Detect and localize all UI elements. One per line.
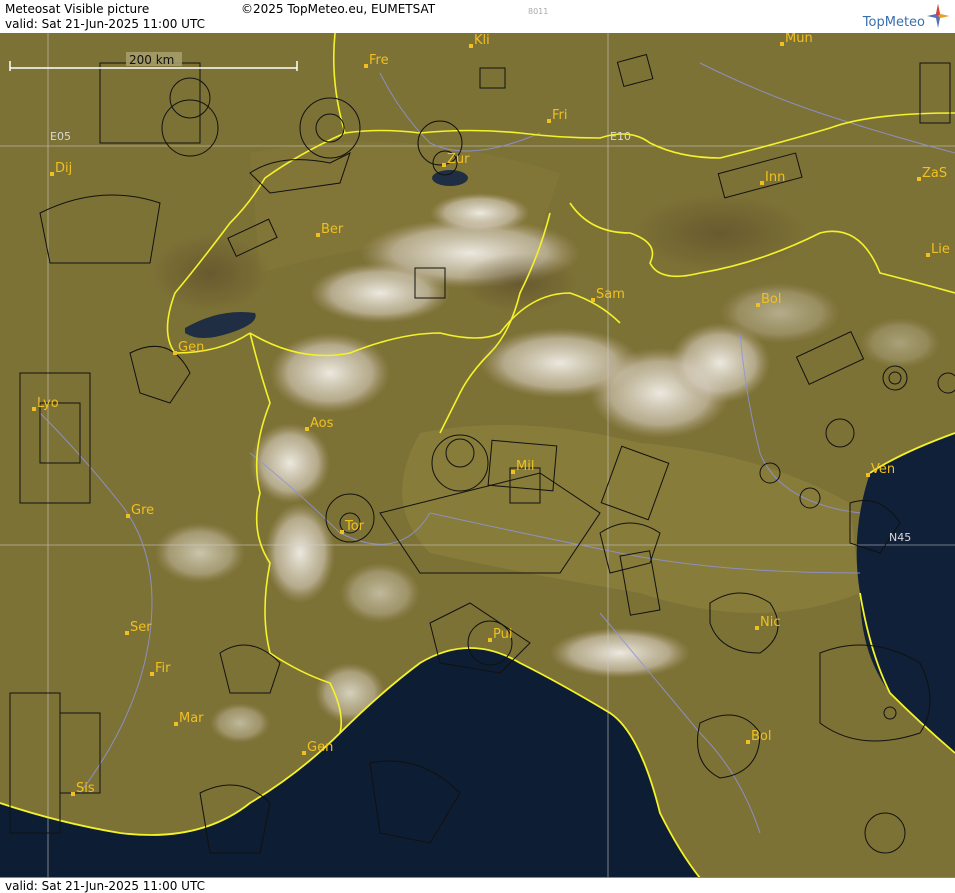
city-label: Gen xyxy=(178,340,204,355)
city-label: Fir xyxy=(155,661,171,676)
city-marker: ZaS xyxy=(917,166,947,181)
satellite-map[interactable]: E05 E10 N45 200 km Fre Kli Mun Fri Dij Zur Inn… xyxy=(0,33,955,878)
city-marker: Gen xyxy=(173,340,204,355)
city-marker: Mar xyxy=(174,711,204,726)
image-title: Meteosat Visible picture xyxy=(5,2,150,16)
city-label: Kli xyxy=(474,33,490,48)
grid-label-e05: E05 xyxy=(50,130,71,143)
city-dot xyxy=(746,740,750,744)
city-label: Fri xyxy=(552,108,568,123)
city-dot xyxy=(305,427,309,431)
city-dot xyxy=(760,181,764,185)
city-dot xyxy=(125,631,129,635)
compass-star-icon xyxy=(927,4,949,28)
city-dot xyxy=(71,792,75,796)
city-dot xyxy=(547,119,551,123)
city-label: Mun xyxy=(785,33,813,46)
city-marker: Ser xyxy=(125,620,152,635)
city-label: Tor xyxy=(344,519,365,534)
city-dot xyxy=(364,64,368,68)
city-dot xyxy=(917,177,921,181)
city-marker: Ber xyxy=(316,222,344,237)
scale-bar-label: 200 km xyxy=(129,53,174,67)
city-dot xyxy=(926,253,930,257)
city-label: Ser xyxy=(130,620,152,635)
city-label: ZaS xyxy=(922,166,947,181)
city-dot xyxy=(150,672,154,676)
city-dot xyxy=(469,44,473,48)
image-id: 8011 xyxy=(528,7,549,16)
city-dot xyxy=(442,163,446,167)
city-label: Gen xyxy=(307,740,333,755)
valid-time: valid: Sat 21-Jun-2025 11:00 UTC xyxy=(5,17,205,31)
city-label: Mil xyxy=(516,459,534,474)
city-dot xyxy=(755,626,759,630)
city-dot xyxy=(591,298,595,302)
city-label: Mar xyxy=(179,711,204,726)
city-marker: Gre xyxy=(126,503,154,518)
city-label: Bol xyxy=(751,729,771,744)
city-dot xyxy=(174,722,178,726)
topmeteo-logo: TopMeteo xyxy=(862,15,925,30)
map-footer: valid: Sat 21-Jun-2025 11:00 UTC xyxy=(0,877,955,893)
grid-label-n45: N45 xyxy=(889,531,911,544)
grid-label-e10: E10 xyxy=(610,130,631,143)
city-label: Gre xyxy=(131,503,154,518)
city-label: Pui xyxy=(493,627,512,642)
city-dot xyxy=(173,351,177,355)
footer-valid-time: valid: Sat 21-Jun-2025 11:00 UTC xyxy=(5,879,205,893)
city-label: Lie xyxy=(931,242,950,257)
city-label: Sis xyxy=(76,781,95,796)
city-label: Nic xyxy=(760,615,780,630)
city-dot xyxy=(50,172,54,176)
city-label: Sam xyxy=(596,287,625,302)
city-dot xyxy=(340,530,344,534)
city-dot xyxy=(316,233,320,237)
satellite-viewer: Meteosat Visible picture valid: Sat 21-J… xyxy=(0,0,955,893)
city-label: Lyo xyxy=(37,396,59,411)
city-label: Fre xyxy=(369,53,389,68)
city-dot xyxy=(866,473,870,477)
city-dot xyxy=(32,407,36,411)
map-header: Meteosat Visible picture valid: Sat 21-J… xyxy=(0,0,955,34)
city-label: Zur xyxy=(447,152,470,167)
city-marker: Gen xyxy=(302,740,333,755)
city-dot xyxy=(302,751,306,755)
city-dot xyxy=(126,514,130,518)
city-marker: Zur xyxy=(442,152,470,167)
city-marker: Sam xyxy=(591,287,625,302)
city-label: Bol xyxy=(761,292,781,307)
city-dot xyxy=(511,470,515,474)
city-marker: Ven xyxy=(866,462,895,477)
city-label: Aos xyxy=(310,416,334,431)
city-label: Ber xyxy=(321,222,344,237)
city-marker: Mun xyxy=(780,33,813,46)
city-dot xyxy=(756,303,760,307)
copyright-text: ©2025 TopMeteo.eu, EUMETSAT xyxy=(241,2,436,16)
city-label: Ven xyxy=(871,462,895,477)
city-label: Inn xyxy=(765,170,785,185)
city-marker: Aos xyxy=(305,416,334,431)
city-label: Dij xyxy=(55,161,72,176)
city-dot xyxy=(780,42,784,46)
city-dot xyxy=(488,638,492,642)
